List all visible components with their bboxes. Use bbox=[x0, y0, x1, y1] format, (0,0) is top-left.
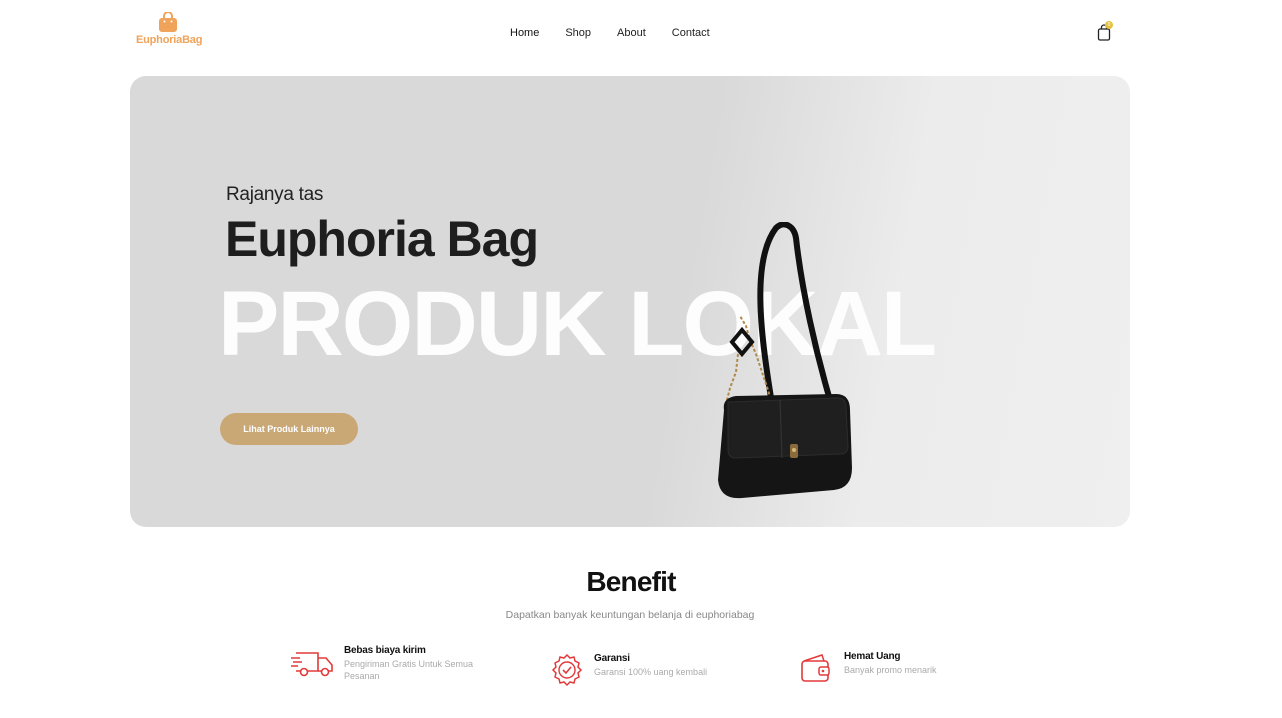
main-nav: Home Shop About Contact bbox=[510, 27, 736, 39]
brand-logo[interactable]: EuphoriaBag bbox=[136, 12, 203, 52]
nav-shop[interactable]: Shop bbox=[565, 27, 591, 39]
shopping-bag-logo-icon bbox=[159, 12, 177, 32]
brand-name: EuphoriaBag bbox=[136, 34, 203, 46]
benefit-title: Bebas biaya kirim bbox=[344, 645, 426, 656]
nav-about[interactable]: About bbox=[617, 27, 646, 39]
handbag-product-image bbox=[718, 222, 852, 499]
delivery-truck-icon bbox=[291, 652, 333, 677]
nav-contact[interactable]: Contact bbox=[672, 27, 710, 39]
benefit-desc: Garansi 100% uang kembali bbox=[594, 667, 708, 677]
hero-subtitle: Rajanya tas bbox=[226, 184, 324, 205]
wallet-icon bbox=[801, 654, 830, 682]
hero-banner: PRODUK LOKAL Rajanya tas Euphoria Bag Li… bbox=[130, 76, 1130, 527]
benefit-heading: Benefit bbox=[586, 566, 676, 597]
benefit-desc: Pengiriman Gratis Untuk Semua Pesanan bbox=[344, 659, 474, 681]
benefit-item-free-shipping: Bebas biaya kirim Pengiriman Gratis Untu… bbox=[290, 645, 494, 682]
site-header: EuphoriaBag Home Shop About Contact 0 bbox=[0, 0, 1282, 66]
benefit-item-warranty: Garansi Garansi 100% uang kembali bbox=[550, 653, 707, 687]
cart-button[interactable]: 0 bbox=[1097, 21, 1115, 42]
benefit-title: Garansi bbox=[594, 653, 630, 664]
benefit-item-save-money: Hemat Uang Banyak promo menarik bbox=[800, 651, 937, 685]
benefit-title: Hemat Uang bbox=[844, 651, 901, 662]
benefit-description: Dapatkan banyak keuntungan belanja di eu… bbox=[505, 609, 755, 621]
cart-count-badge: 0 bbox=[1105, 21, 1113, 29]
warranty-badge-icon bbox=[551, 653, 583, 687]
nav-home[interactable]: Home bbox=[510, 27, 539, 39]
hero-title: Euphoria Bag bbox=[225, 211, 539, 267]
benefit-desc: Banyak promo menarik bbox=[844, 665, 937, 675]
view-more-products-button[interactable]: Lihat Produk Lainnya bbox=[220, 413, 358, 445]
